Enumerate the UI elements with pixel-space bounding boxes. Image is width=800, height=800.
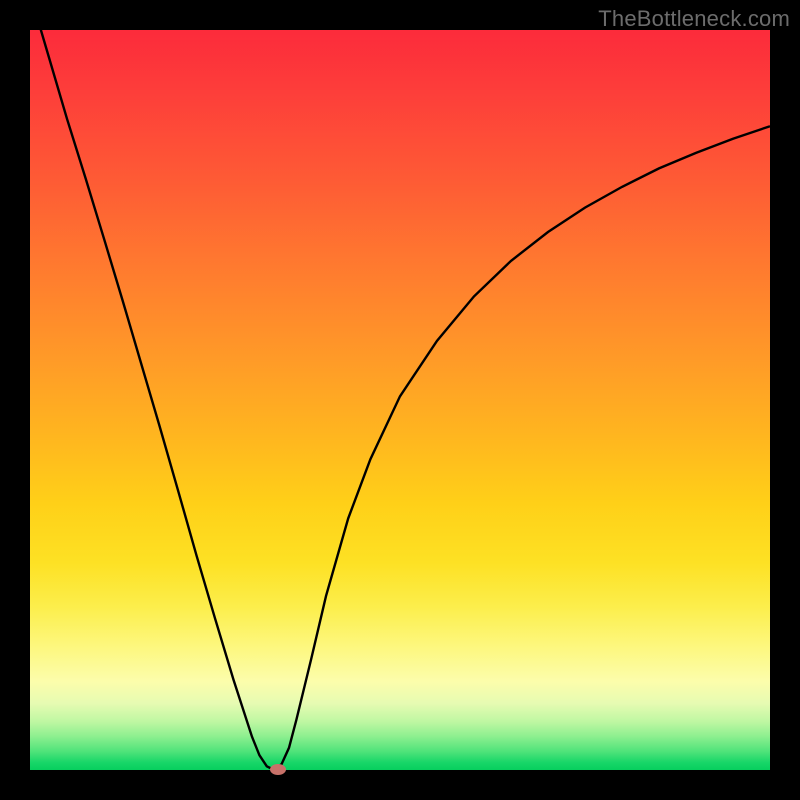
plot-area [30, 30, 770, 770]
optimal-point-marker [270, 764, 286, 775]
watermark-text: TheBottleneck.com [598, 6, 790, 32]
chart-frame: TheBottleneck.com [0, 0, 800, 800]
bottleneck-curve [30, 30, 770, 770]
